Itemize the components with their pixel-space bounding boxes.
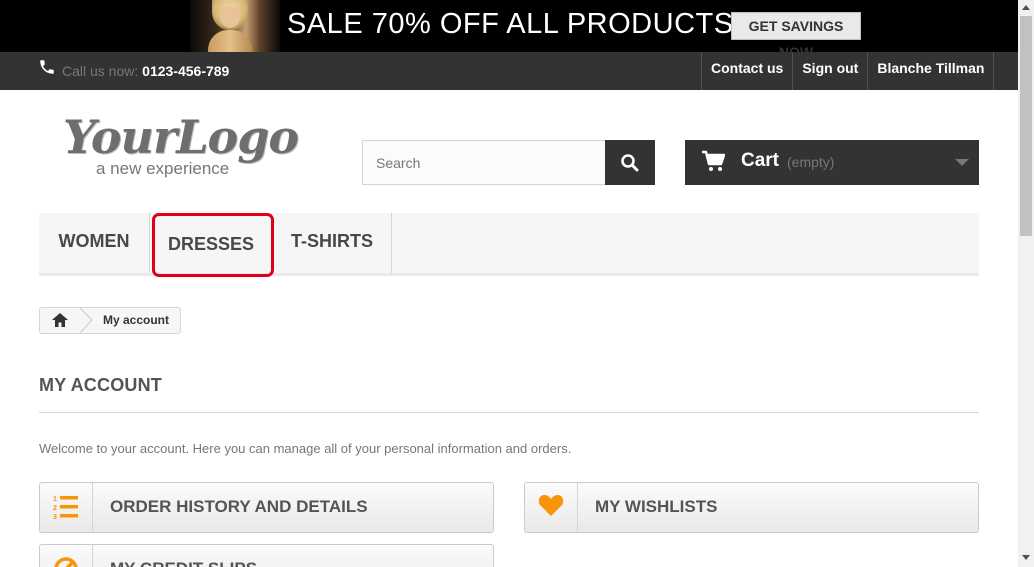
breadcrumb-home[interactable] <box>40 308 80 333</box>
banner-headline: SALE 70% OFF ALL PRODUCTS <box>287 8 734 40</box>
my-wishlists-button[interactable]: MY WISHLISTS <box>524 482 979 533</box>
phone-label: Call us now: <box>62 63 139 79</box>
cart-icon <box>702 150 725 171</box>
phone-icon <box>40 60 54 74</box>
order-history-label: ORDER HISTORY AND DETAILS <box>110 497 368 516</box>
page-title: MY ACCOUNT <box>39 375 162 395</box>
sign-out-link[interactable]: Sign out <box>792 52 867 90</box>
account-name-link[interactable]: Blanche Tillman <box>867 52 995 90</box>
home-icon <box>52 313 68 327</box>
page: SALE 70% OFF ALL PRODUCTS GET SAVINGS NO… <box>0 0 1034 567</box>
breadcrumb-current: My account <box>103 313 170 327</box>
menu-item-t-shirts[interactable]: T-SHIRTS <box>273 213 392 273</box>
get-savings-button[interactable]: GET SAVINGS NOW <box>731 12 861 52</box>
svg-text:1: 1 <box>53 496 57 503</box>
credit-slips-label: MY CREDIT SLIPS <box>110 559 257 567</box>
menu-item-dresses[interactable]: DRESSES <box>151 213 272 273</box>
search-icon <box>621 153 639 171</box>
credit-slips-button[interactable]: MY CREDIT SLIPS <box>39 544 494 567</box>
heading-divider <box>39 412 979 413</box>
banner-model-image <box>190 0 280 52</box>
logo-tagline: a new experience <box>96 159 230 178</box>
ban-icon <box>54 557 78 567</box>
ordered-list-icon: 1 2 3 <box>53 496 78 520</box>
scroll-down-arrow-icon[interactable] <box>1022 555 1030 560</box>
phone-info: Call us now: 0123-456-789 <box>62 63 229 79</box>
svg-text:2: 2 <box>53 505 57 512</box>
order-history-button[interactable]: 1 2 3 ORDER HISTORY AND DETAILS <box>39 482 494 533</box>
main-menu: WOMEN DRESSES T-SHIRTS <box>39 213 979 276</box>
search-input[interactable] <box>362 140 606 185</box>
promo-banner[interactable]: SALE 70% OFF ALL PRODUCTS GET SAVINGS NO… <box>0 0 1018 52</box>
welcome-text: Welcome to your account. Here you can ma… <box>39 441 572 456</box>
my-wishlists-label: MY WISHLISTS <box>595 497 718 516</box>
top-nav: Call us now: 0123-456-789 Contact us Sig… <box>0 52 1018 90</box>
store-logo[interactable]: YourLogo a new experience <box>58 110 299 182</box>
search-form <box>362 140 655 185</box>
cart-label: Cart <box>741 150 780 171</box>
page-scrollbar[interactable] <box>1018 0 1034 567</box>
scrollbar-thumb[interactable] <box>1020 16 1032 236</box>
contact-us-link[interactable]: Contact us <box>701 52 792 90</box>
cart-status: (empty) <box>787 154 835 170</box>
heart-icon <box>538 495 564 516</box>
search-button[interactable] <box>605 140 655 185</box>
breadcrumb: My account <box>39 307 181 334</box>
cart-button[interactable]: Cart (empty) <box>685 140 979 185</box>
logo-wordmark: YourLogo <box>63 110 299 164</box>
svg-text:3: 3 <box>53 514 57 520</box>
nav-links: Contact us Sign out Blanche Tillman <box>701 52 995 90</box>
chevron-down-icon <box>955 159 969 166</box>
menu-item-women[interactable]: WOMEN <box>39 213 150 273</box>
phone-number: 0123-456-789 <box>142 63 230 79</box>
scroll-up-arrow-icon[interactable] <box>1022 5 1030 10</box>
